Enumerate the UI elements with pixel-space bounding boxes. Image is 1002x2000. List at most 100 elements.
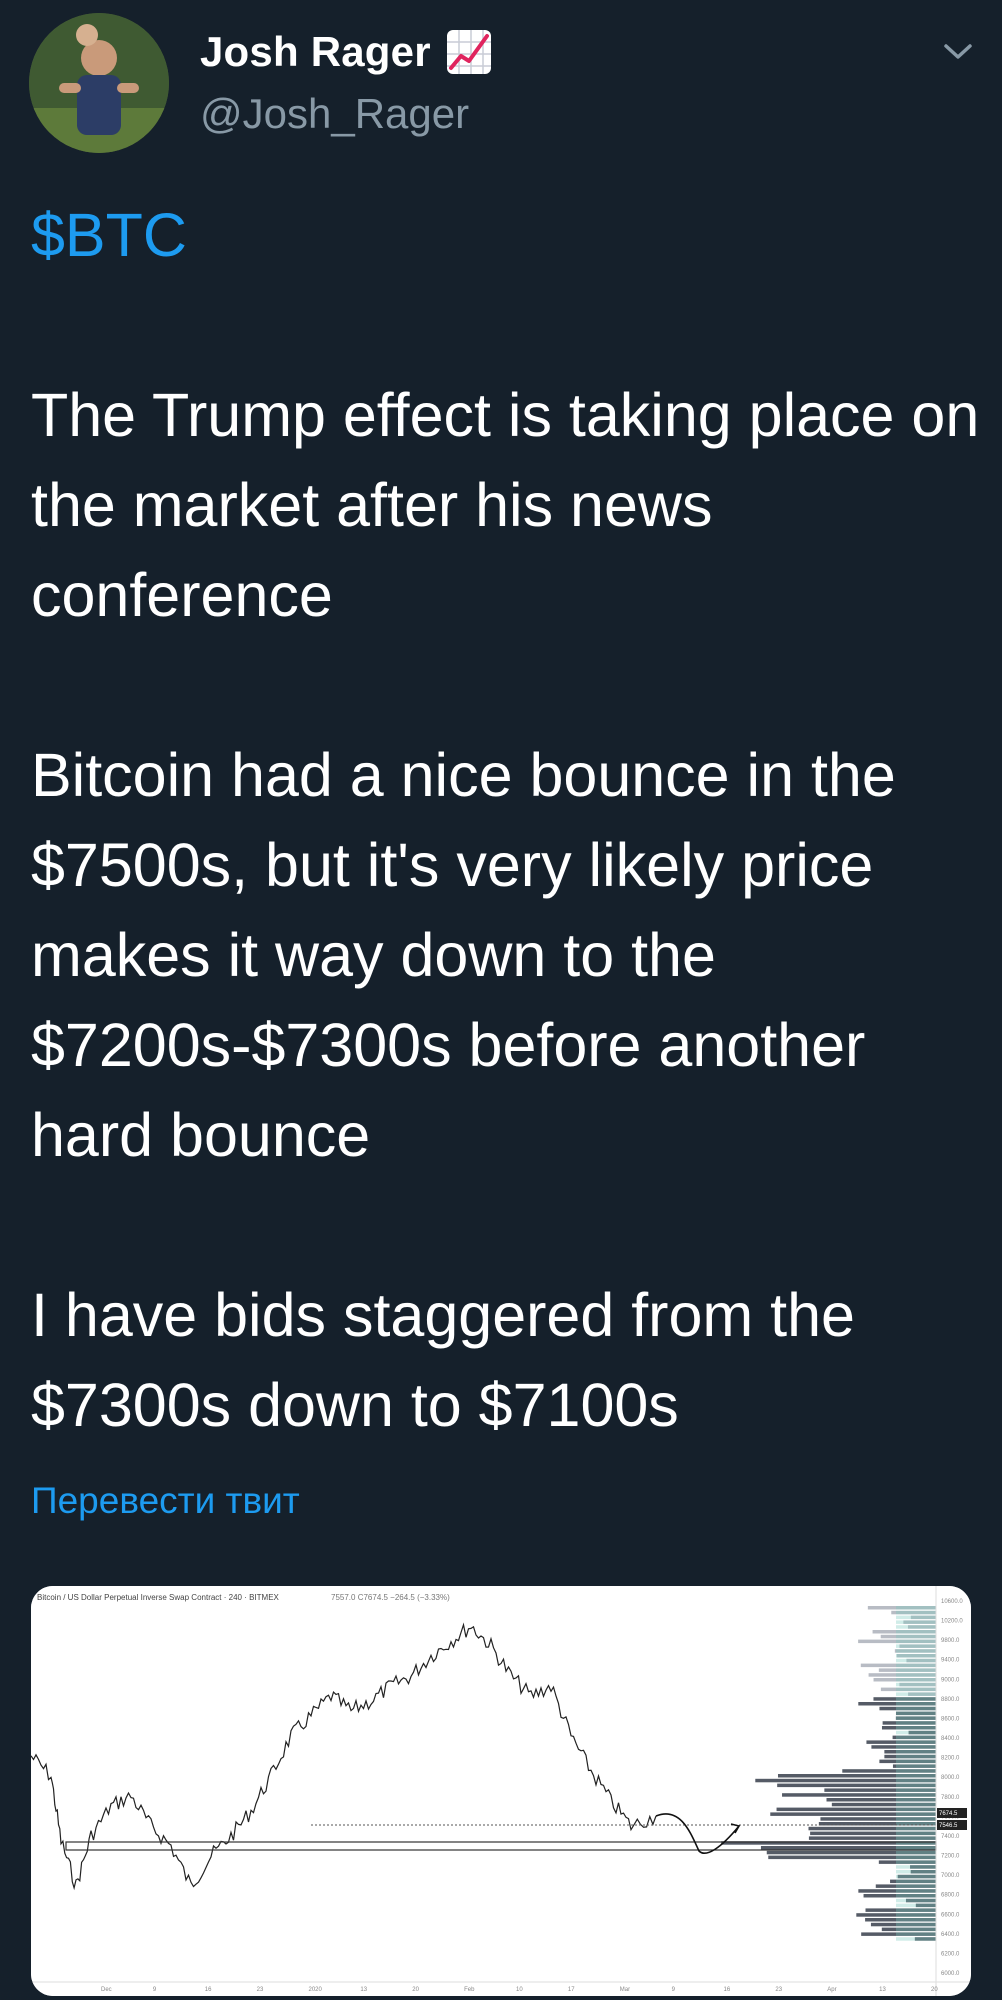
value-area-bar: [896, 1894, 936, 1898]
price-tick-label: 8600.0: [941, 1716, 960, 1722]
price-tick-label: 7200.0: [941, 1854, 960, 1860]
date-tick-label: 13: [879, 1987, 886, 1993]
price-tick-label: 6200.0: [941, 1951, 960, 1957]
value-area-bar: [896, 1865, 936, 1869]
value-area-bar: [896, 1764, 936, 1768]
value-area-bar: [896, 1668, 936, 1672]
chart-increasing-icon: [446, 30, 491, 74]
value-area-bar: [896, 1826, 936, 1831]
tweet-paragraph-2: Bitcoin had a nice bounce in the $7500s,…: [31, 741, 896, 1169]
price-tick-label: 7800.0: [941, 1795, 960, 1801]
value-area-bar: [896, 1860, 936, 1864]
price-tick-label: 9800.0: [941, 1638, 960, 1644]
value-area-bar: [896, 1711, 936, 1716]
value-area-bar: [896, 1730, 936, 1735]
value-area-bar: [896, 1889, 936, 1893]
date-tick-label: 16: [724, 1987, 731, 1993]
value-area-bar: [896, 1654, 936, 1658]
price-tick-label: 10600.0: [941, 1599, 963, 1605]
author-avatar[interactable]: [29, 13, 169, 153]
translate-tweet-link[interactable]: Перевести твит: [31, 1480, 300, 1522]
value-area-bar: [896, 1937, 936, 1941]
price-tick-label: 7400.0: [941, 1834, 960, 1840]
value-area-bar: [896, 1870, 936, 1874]
value-area-bar: [896, 1745, 936, 1749]
value-area-bar: [896, 1802, 936, 1807]
value-area-bar: [896, 1798, 936, 1802]
value-area-bar: [896, 1625, 936, 1629]
cashtag-link[interactable]: $BTC: [31, 201, 187, 269]
value-area-bar: [896, 1735, 936, 1740]
tweet-text: $BTC The Trump effect is taking place on…: [31, 190, 981, 1450]
value-area-bar: [896, 1879, 936, 1884]
chart-header: Bitcoin / US Dollar Perpetual Inverse Sw…: [37, 1593, 280, 1602]
value-area-bar: [896, 1620, 936, 1624]
value-area-bar: [896, 1774, 936, 1778]
date-tick-label: 2020: [309, 1987, 323, 1993]
value-area-bar: [896, 1903, 936, 1908]
value-area-bar: [896, 1697, 936, 1701]
date-tick-label: Dec: [101, 1987, 112, 1993]
price-tag-label: 7546.5: [939, 1823, 958, 1829]
price-tick-label: 6800.0: [941, 1893, 960, 1899]
value-area-bar: [896, 1706, 936, 1711]
value-area-bar: [896, 1884, 936, 1888]
value-area-bar: [896, 1658, 936, 1663]
price-tick-label: 8800.0: [941, 1697, 960, 1703]
date-tick-label: 23: [257, 1987, 264, 1993]
date-tick-label: Mar: [620, 1987, 630, 1993]
tweet-paragraph-1: The Trump effect is taking place on the …: [31, 381, 980, 629]
value-area-bar: [896, 1922, 936, 1927]
value-area-bar: [896, 1610, 936, 1615]
value-area-bar: [896, 1908, 936, 1912]
price-tick-label: 7000.0: [941, 1873, 960, 1879]
date-tick-label: 17: [568, 1987, 575, 1993]
tweet-paragraph-3: I have bids staggered from the $7300s do…: [31, 1281, 855, 1439]
price-tick-label: 9000.0: [941, 1677, 960, 1683]
value-area-bar: [896, 1692, 936, 1696]
value-area-bar: [896, 1754, 936, 1759]
value-area-bar: [896, 1932, 936, 1936]
value-area-bar: [896, 1716, 936, 1720]
value-area-bar: [896, 1769, 936, 1773]
chevron-down-icon[interactable]: [940, 36, 976, 66]
chart-ohlc: 7557.0 C7674.5 −264.5 (−3.33%): [331, 1593, 450, 1602]
value-area-bar: [896, 1836, 936, 1840]
author-handle[interactable]: @Josh_Rager: [200, 90, 469, 138]
date-tick-label: Feb: [464, 1987, 475, 1993]
value-area-bar: [896, 1898, 936, 1903]
value-area-bar: [896, 1812, 936, 1816]
value-area-bar: [896, 1615, 936, 1620]
price-tick-label: 8400.0: [941, 1736, 960, 1742]
avatar-image: [29, 13, 169, 153]
value-area-bar: [896, 1721, 936, 1725]
value-area-bar: [896, 1913, 936, 1917]
tweet-media-chart[interactable]: Bitcoin / US Dollar Perpetual Inverse Sw…: [31, 1586, 971, 1996]
value-area-bar: [896, 1649, 936, 1653]
value-area-bar: [896, 1793, 936, 1797]
value-area-bar: [896, 1855, 936, 1860]
date-tick-label: 13: [360, 1987, 367, 1993]
value-area-bar: [896, 1634, 936, 1639]
value-area-bar: [896, 1702, 936, 1706]
price-tick-label: 6000.0: [941, 1971, 960, 1977]
value-area-bar: [896, 1788, 936, 1792]
value-area-bar: [896, 1678, 936, 1682]
price-tick-label: 8200.0: [941, 1756, 960, 1762]
value-area-bar: [896, 1817, 936, 1821]
value-area-bar: [896, 1663, 936, 1668]
date-tick-label: 20: [931, 1987, 938, 1993]
value-area-bar: [896, 1606, 936, 1610]
author-name[interactable]: Josh Rager: [200, 28, 431, 76]
date-tick-label: 16: [205, 1987, 212, 1993]
value-area-bar: [896, 1783, 936, 1788]
value-area-bar: [896, 1630, 936, 1634]
price-tick-label: 9400.0: [941, 1658, 960, 1664]
date-tick-label: Apr: [827, 1987, 836, 1993]
value-area-bar: [896, 1644, 936, 1648]
value-area-bar: [896, 1726, 936, 1730]
value-area-bar: [896, 1673, 936, 1677]
value-area-bar: [896, 1687, 936, 1692]
price-tick-label: 6600.0: [941, 1912, 960, 1918]
value-area-bar: [896, 1807, 936, 1812]
